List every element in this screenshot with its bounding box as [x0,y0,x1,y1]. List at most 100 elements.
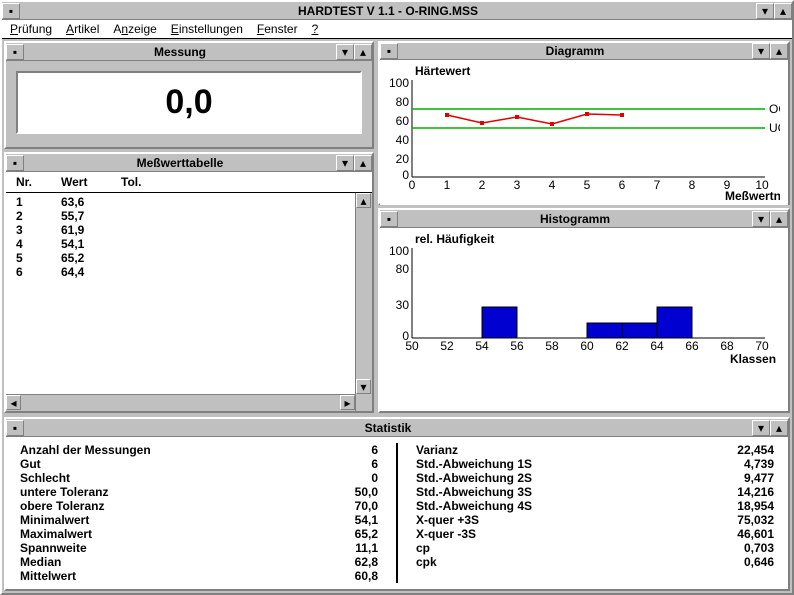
table-row[interactable]: 664,4 [16,265,362,279]
diagramm-svg: Härtewert 100806040200 012345678910 Meßw… [385,65,780,200]
svg-text:40: 40 [396,133,410,147]
stat-row: Varianz22,454 [416,443,774,457]
svg-text:70: 70 [755,339,769,353]
histogramm-window: ▪ Histogramm ▾ ▴ rel. Häufigkeit 1008030… [378,208,790,413]
table-row[interactable]: 565,2 [16,251,362,265]
table-row[interactable]: 361,9 [16,223,362,237]
diagramm-titlebar: ▪ Diagramm ▾ ▴ [380,43,788,60]
sysmenu-icon[interactable]: ▪ [380,211,398,227]
svg-text:1: 1 [444,178,451,192]
app-titlebar: ▪ HARDTEST V 1.1 - O-RING.MSS ▾ ▴ [2,2,792,20]
stat-col-left: Anzahl der Messungen6Gut6Schlecht0untere… [20,443,378,583]
col-tol: Tol. [121,175,362,189]
col-nr: Nr. [16,175,61,189]
sysmenu-icon[interactable]: ▪ [6,420,24,436]
stat-row: Spannweite11,1 [20,541,378,555]
maximize-button[interactable]: ▴ [770,420,788,436]
xlabel: Meßwertnr. [725,189,780,200]
stat-row: Mittelwert60,8 [20,569,378,583]
svg-text:62: 62 [615,339,629,353]
svg-text:58: 58 [545,339,559,353]
stat-row: obere Toleranz70,0 [20,499,378,513]
menu-help[interactable]: ? [312,22,319,36]
svg-text:8: 8 [689,178,696,192]
svg-text:30: 30 [396,298,410,312]
menu-fenster[interactable]: Fenster [257,22,298,36]
app-window: ▪ HARDTEST V 1.1 - O-RING.MSS ▾ ▴ Prüfun… [0,0,794,595]
menu-anzeige[interactable]: Anzeige [113,22,156,36]
svg-text:6: 6 [619,178,626,192]
sysmenu-icon[interactable]: ▪ [2,3,20,19]
table-row[interactable]: 454,1 [16,237,362,251]
xlabel: Klassen [730,352,776,363]
maximize-button[interactable]: ▴ [354,44,372,60]
stat-row: Std.-Abweichung 1S4,739 [416,457,774,471]
sysmenu-icon[interactable]: ▪ [6,155,24,171]
minimize-button[interactable]: ▾ [336,44,354,60]
tabelle-titlebar: ▪ Meßwerttabelle ▾ ▴ [6,154,372,172]
minimize-button[interactable]: ▾ [752,420,770,436]
ylabel: Härtewert [415,65,470,78]
stat-row: Std.-Abweichung 4S18,954 [416,499,774,513]
svg-text:80: 80 [396,262,410,276]
minimize-button[interactable]: ▾ [756,3,774,19]
messung-value: 0,0 [16,71,362,134]
scroll-left-icon[interactable]: ◂ [6,395,21,410]
svg-text:60: 60 [580,339,594,353]
statistik-body: Anzahl der Messungen6Gut6Schlecht0untere… [6,437,788,589]
svg-text:80: 80 [396,95,410,109]
svg-text:56: 56 [510,339,524,353]
stat-row: Gut6 [20,457,378,471]
stat-row: untere Toleranz50,0 [20,485,378,499]
stat-row: cp0,703 [416,541,774,555]
histogramm-svg: rel. Häufigkeit 10080300 505254565860626… [385,233,780,363]
svg-text:20: 20 [396,152,410,166]
svg-text:50: 50 [405,339,419,353]
scroll-h[interactable]: ◂ ▸ [6,394,355,411]
minimize-button[interactable]: ▾ [336,155,354,171]
svg-text:66: 66 [685,339,699,353]
svg-text:100: 100 [389,244,409,258]
sysmenu-icon[interactable]: ▪ [6,44,24,60]
minimize-button[interactable]: ▾ [752,43,770,59]
table-row[interactable]: 163,6 [16,195,362,209]
svg-text:64: 64 [650,339,664,353]
maximize-button[interactable]: ▴ [774,3,792,19]
stat-row: cpk0,646 [416,555,774,569]
scroll-v[interactable]: ▴ ▾ [355,193,372,411]
messung-window: ▪ Messung ▾ ▴ 0,0 [4,41,374,149]
sysmenu-icon[interactable]: ▪ [380,43,398,59]
separator [396,443,398,583]
statistik-titlebar: ▪ Statistik ▾ ▴ [6,419,788,437]
svg-text:60: 60 [396,114,410,128]
menubar: Prüfung Artikel Anzeige Einstellungen Fe… [2,20,792,39]
stat-row: Anzahl der Messungen6 [20,443,378,457]
maximize-button[interactable]: ▴ [770,43,788,59]
workspace: ▪ Messung ▾ ▴ 0,0 ▪ Meßwerttabelle ▾ ▴ N… [2,39,792,415]
ylabel: rel. Häufigkeit [415,233,494,246]
maximize-button[interactable]: ▴ [770,211,788,227]
svg-text:0: 0 [409,178,416,192]
menu-einstellungen[interactable]: Einstellungen [171,22,243,36]
menu-artikel[interactable]: Artikel [66,22,99,36]
statistik-title: Statistik [24,421,752,435]
stat-row: Std.-Abweichung 3S14,216 [416,485,774,499]
scroll-down-icon[interactable]: ▾ [356,379,371,394]
svg-text:100: 100 [389,76,409,90]
app-title: HARDTEST V 1.1 - O-RING.MSS [20,4,756,18]
col-wert: Wert [61,175,121,189]
tabelle-title: Meßwerttabelle [24,156,336,170]
stat-row: Minimalwert54,1 [20,513,378,527]
maximize-button[interactable]: ▴ [354,155,372,171]
scroll-right-icon[interactable]: ▸ [340,395,355,410]
stat-row: X-quer -3S46,601 [416,527,774,541]
table-header: Nr. Wert Tol. [6,172,372,193]
stat-col-right: Varianz22,454Std.-Abweichung 1S4,739 Std.… [416,443,774,583]
ug-label: UG [769,121,780,135]
scroll-up-icon[interactable]: ▴ [356,193,371,208]
stat-row: Median62,8 [20,555,378,569]
minimize-button[interactable]: ▾ [752,211,770,227]
table-row[interactable]: 255,7 [16,209,362,223]
menu-pruefung[interactable]: Prüfung [10,22,52,36]
messung-titlebar: ▪ Messung ▾ ▴ [6,43,372,61]
